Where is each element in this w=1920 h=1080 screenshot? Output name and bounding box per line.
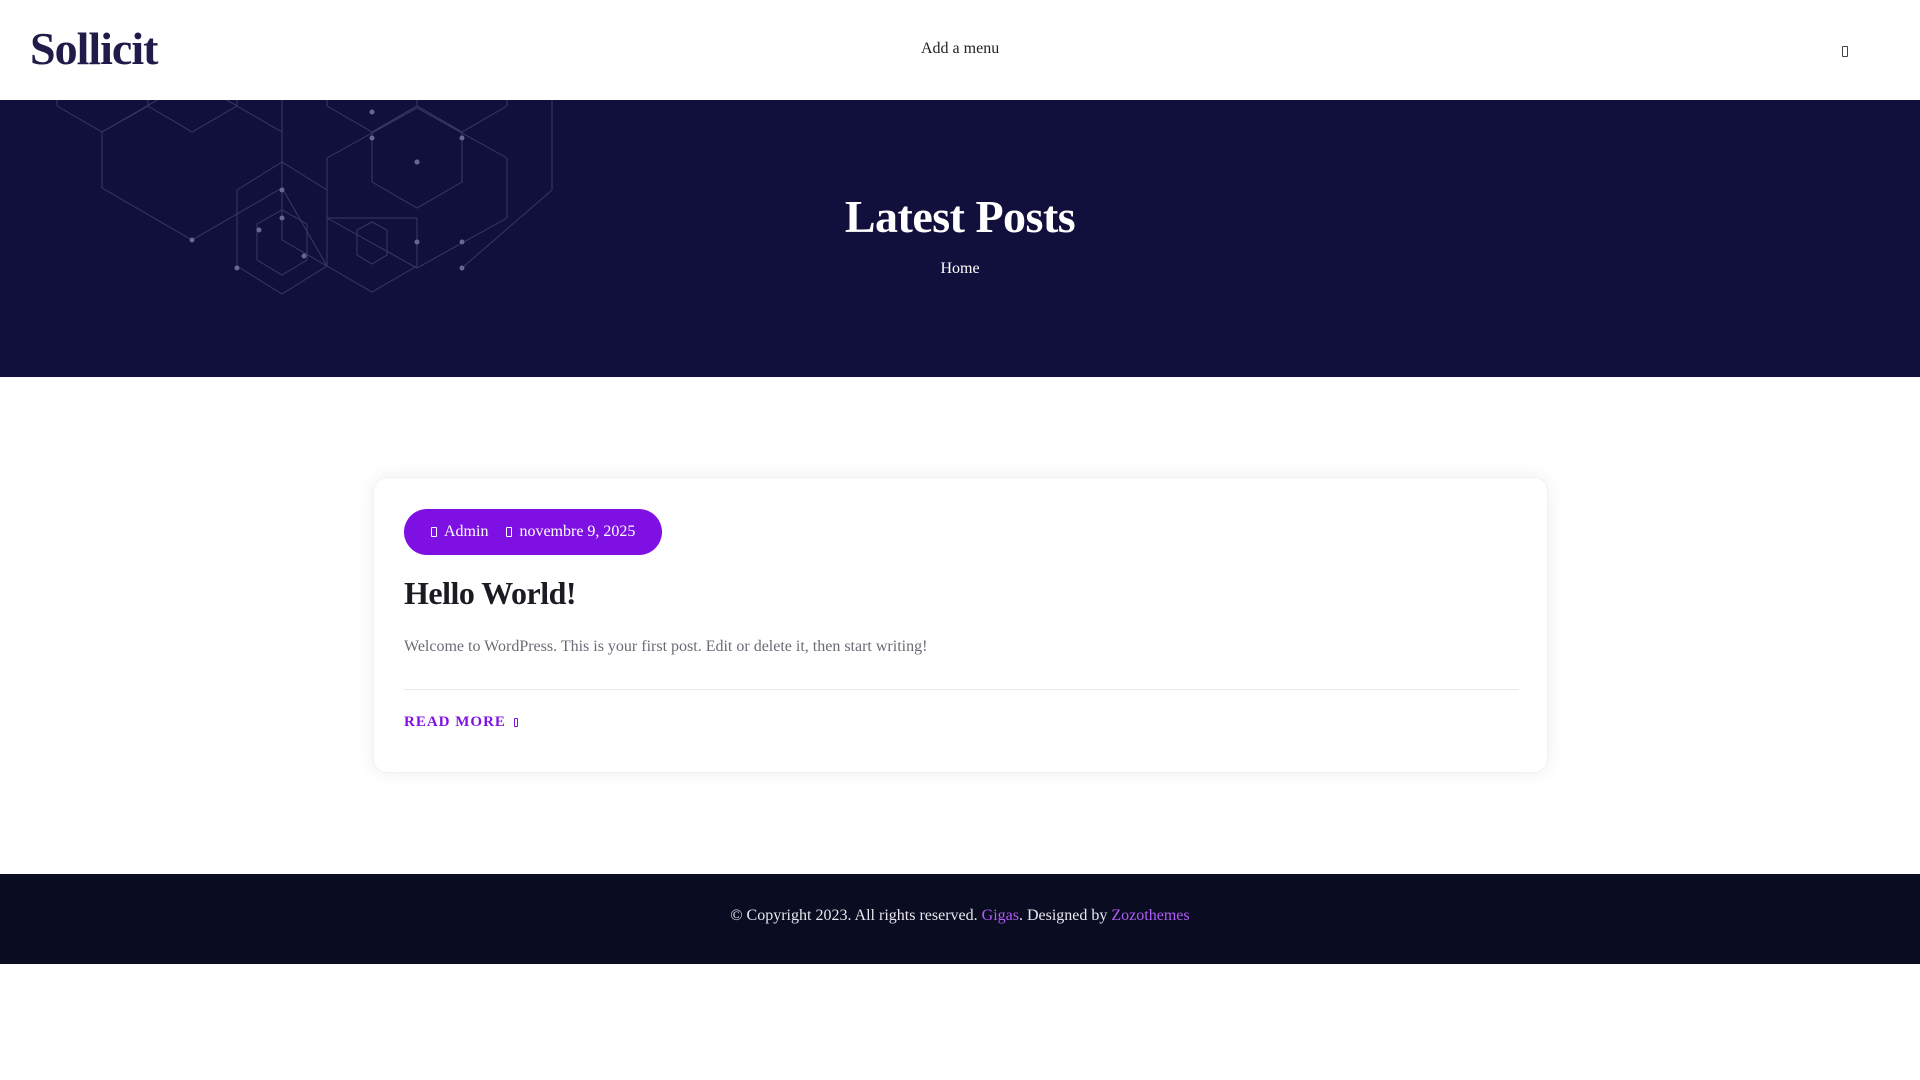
divider (404, 689, 1519, 690)
site-header: Sollicit Add a menu (0, 0, 1920, 100)
post-meta: Admin novembre 9, 2025 (404, 509, 663, 555)
post-card: Admin novembre 9, 2025 Hello World! Welc… (373, 477, 1548, 773)
read-more-link[interactable]: READ MORE (404, 714, 518, 731)
search-icon[interactable] (1838, 41, 1852, 61)
calendar-icon (506, 527, 513, 537)
nav-menu-link[interactable]: Add a menu (921, 40, 999, 58)
user-icon (431, 527, 437, 537)
site-footer: © Copyright 2023. All rights reserved. G… (0, 874, 1920, 964)
post-author: Admin (444, 523, 489, 540)
copyright-middle: . Designed by (1018, 907, 1112, 924)
page-hero: Latest Posts Home (0, 100, 1920, 377)
site-logo[interactable]: Sollicit (30, 22, 158, 75)
post-title-link[interactable]: Hello World! (404, 575, 577, 612)
post-date: novembre 9, 2025 (519, 523, 636, 540)
post-excerpt: Welcome to WordPress. This is your first… (404, 638, 928, 655)
post-author-link[interactable]: Admin (431, 523, 488, 541)
post-date-link[interactable]: novembre 9, 2025 (506, 523, 635, 541)
breadcrumb[interactable]: Home (0, 260, 1920, 278)
zozothemes-link[interactable]: Zozothemes (1111, 907, 1189, 924)
page-title: Latest Posts (844, 191, 1076, 242)
read-more-label: READ MORE (404, 714, 506, 730)
gigas-link[interactable]: Gigas (982, 907, 1019, 924)
copyright-text: © Copyright 2023. All rights reserved. G… (0, 907, 1920, 925)
copyright-prefix: © Copyright 2023. All rights reserved. (730, 907, 982, 924)
arrow-right-icon (513, 718, 518, 727)
